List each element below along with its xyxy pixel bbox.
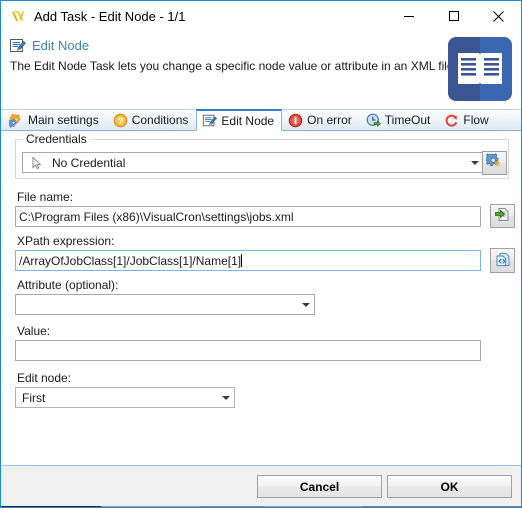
edit-node-label: Edit node: <box>17 371 72 385</box>
flow-arrow-icon <box>444 113 459 128</box>
tab-on-error[interactable]: On error <box>282 109 360 130</box>
value-input[interactable] <box>15 340 481 361</box>
credential-value: No Credential <box>52 155 126 170</box>
question-mark-icon: ? <box>113 113 128 128</box>
window-title: Add Task - Edit Node - 1/1 <box>34 8 186 24</box>
tab-label: Flow <box>463 113 489 127</box>
gears-icon <box>6 113 24 128</box>
task-form-panel: Credentials No Credential File name: C:\… <box>1 131 521 466</box>
attribute-select[interactable] <box>15 294 315 315</box>
cancel-button[interactable]: Cancel <box>257 475 382 498</box>
gear-settings-icon <box>485 153 503 173</box>
value-label: Value: <box>17 324 51 338</box>
tab-main-settings[interactable]: Main settings <box>3 109 107 130</box>
svg-text:?: ? <box>117 116 123 126</box>
error-circle-icon <box>288 113 303 128</box>
tab-timeout[interactable]: TimeOut <box>360 109 439 130</box>
xpath-label: XPath expression: <box>17 234 115 248</box>
window-controls <box>386 1 521 31</box>
file-name-input[interactable]: C:\Program Files (x86)\VisualCron\settin… <box>15 206 481 227</box>
cursor-pointer-icon <box>30 155 44 170</box>
maximize-icon[interactable] <box>431 1 476 31</box>
attribute-label: Attribute (optional): <box>17 278 119 292</box>
xpath-builder-button[interactable] <box>490 248 515 273</box>
tab-strip: Main settings ? Conditions Edit Node On … <box>1 109 521 131</box>
tab-flow[interactable]: Flow <box>438 109 496 130</box>
edit-node-select[interactable]: First <box>15 387 235 408</box>
browse-file-icon <box>494 206 511 226</box>
header-title-row: Edit Node <box>1 31 521 54</box>
page-title: Edit Node <box>32 38 90 53</box>
text-caret <box>241 254 243 267</box>
task-header: Edit Node The Edit Node Task lets you ch… <box>1 31 521 109</box>
ok-button[interactable]: OK <box>387 475 512 498</box>
minimize-icon[interactable] <box>386 1 431 31</box>
tab-label: Edit Node <box>221 113 275 128</box>
chevron-down-icon[interactable] <box>297 302 314 307</box>
task-description: The Edit Node Task lets you change a spe… <box>10 59 457 73</box>
tab-label: On error <box>307 113 352 127</box>
edit-node-value: First <box>22 390 46 405</box>
xpath-value: /ArrayOfJobClass[1]/JobClass[1]/Name[1] <box>19 253 242 268</box>
file-name-label: File name: <box>17 190 74 204</box>
edit-node-icon <box>202 113 218 128</box>
edit-node-icon <box>9 37 27 54</box>
tab-conditions[interactable]: ? Conditions <box>107 109 197 130</box>
tab-edit-node[interactable]: Edit Node <box>196 109 283 131</box>
tab-label: TimeOut <box>384 113 431 127</box>
file-browse-button[interactable] <box>490 204 515 228</box>
close-icon[interactable] <box>476 1 521 31</box>
visualcron-logo-icon <box>9 7 27 25</box>
credentials-group: Credentials No Credential <box>15 132 509 179</box>
title-bar: Add Task - Edit Node - 1/1 <box>1 1 521 31</box>
dialog-window: Add Task - Edit Node - 1/1 Edit Node The… <box>0 0 522 508</box>
timeout-clock-icon <box>366 113 381 128</box>
xpath-builder-icon <box>494 251 511 271</box>
open-book-icon <box>448 37 512 101</box>
xpath-input[interactable]: /ArrayOfJobClass[1]/JobClass[1]/Name[1] <box>15 250 481 271</box>
tab-label: Main settings <box>28 113 99 127</box>
dialog-footer: Cancel OK <box>1 466 521 506</box>
credentials-group-label: Credentials <box>23 132 90 146</box>
credential-select[interactable]: No Credential <box>22 152 484 173</box>
chevron-down-icon[interactable] <box>466 160 483 165</box>
credential-settings-button[interactable] <box>482 151 507 175</box>
chevron-down-icon[interactable] <box>217 395 234 400</box>
tab-label: Conditions <box>131 113 189 127</box>
